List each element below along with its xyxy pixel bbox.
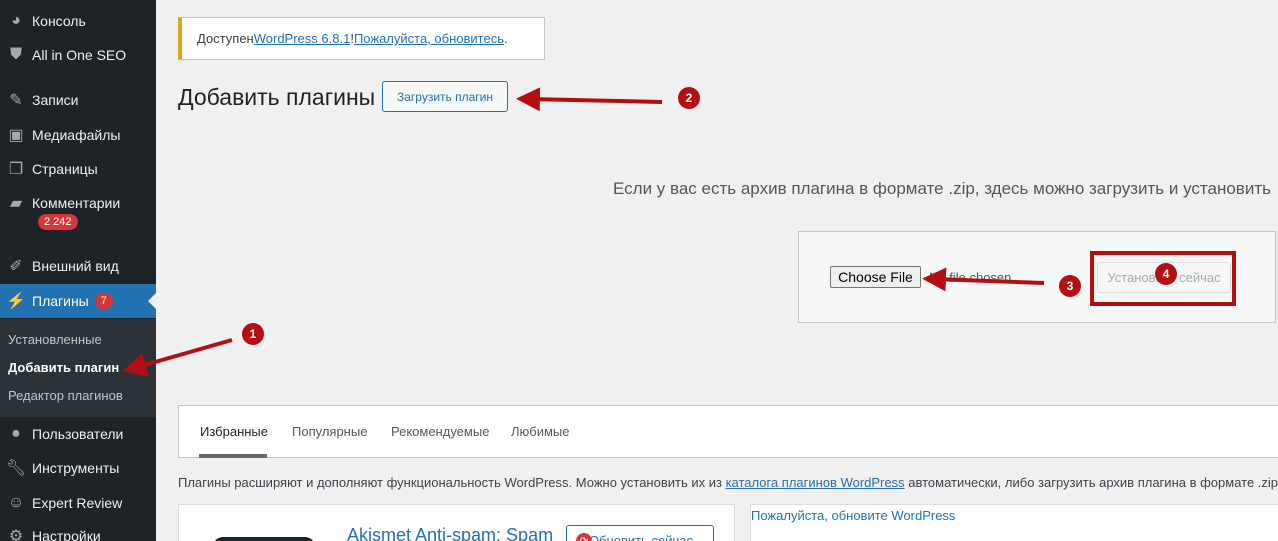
annotation-number-1: 1 <box>242 323 264 345</box>
arrow-2 <box>516 87 663 112</box>
annotation-number-3: 3 <box>1059 275 1081 297</box>
annotation-number-2: 2 <box>678 87 700 109</box>
arrow-1 <box>122 338 233 377</box>
arrow-3 <box>922 267 1045 292</box>
annotation-number-4: 4 <box>1155 263 1177 285</box>
annotation-arrows <box>122 87 1045 377</box>
